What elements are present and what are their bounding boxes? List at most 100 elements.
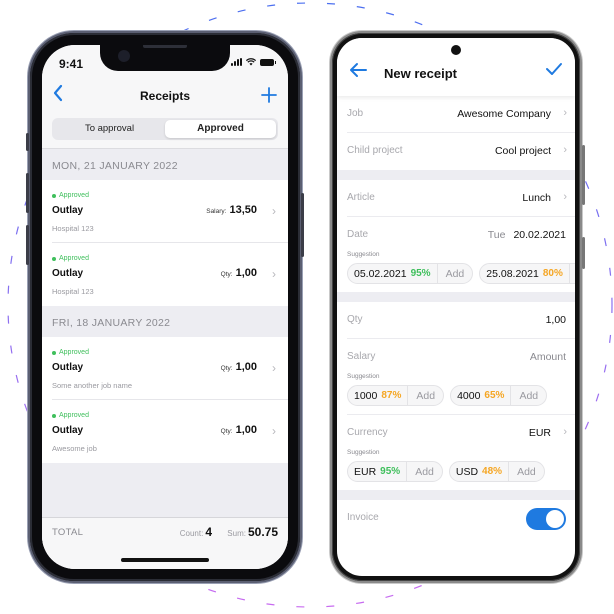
front-camera: [118, 50, 130, 62]
job-field[interactable]: Job Awesome Company ›: [347, 96, 575, 133]
chevron-right-icon: ›: [272, 267, 276, 281]
totals-footer: TOTAL Count: 4 Sum: 50.75: [42, 517, 288, 569]
child-project-label: Child project: [347, 145, 403, 156]
status-dot-icon: [52, 193, 56, 198]
child-project-value: Cool project: [494, 145, 551, 157]
date-value: Tue 20.02.2021: [488, 229, 566, 241]
chip-add-button[interactable]: Add: [406, 462, 442, 481]
page-title: Receipts: [139, 89, 191, 103]
receipt-name: Outlay: [52, 362, 84, 373]
status-text: Approved: [59, 192, 89, 199]
chip-add-button[interactable]: Add: [510, 386, 546, 405]
receipt-job: Some another job name: [52, 381, 133, 390]
salary-suggestions: Suggestion 1000 87% Add 4000 65% Add: [347, 372, 575, 415]
receipt-row[interactable]: Approved Outlay Hospital 123 Qty: 1,00 ›: [42, 243, 288, 306]
qty-label: Qty: [347, 314, 363, 325]
arrow-left-icon[interactable]: [348, 62, 368, 82]
salary-label: Salary: [347, 351, 376, 362]
receipt-value: Qty: 1,00: [221, 424, 257, 436]
suggestion-chips: 05.02.202195% Add 25.08.202180% Add: [347, 263, 575, 284]
suggestion-label: Suggestion: [347, 373, 380, 380]
chip-confidence: 65%: [484, 390, 505, 401]
suggestion-chip: 4000 65% Add: [450, 385, 548, 406]
suggestion-chip: 1000 87% Add: [347, 385, 445, 406]
value-number: 13,50: [229, 204, 257, 216]
date-suggestions: Suggestion 05.02.2021 95% Add 25.08.2021 80…: [347, 250, 575, 292]
home-indicator[interactable]: [121, 558, 209, 562]
receipt-row[interactable]: Approved Outlay Awesome job Qty: 1,00 ›: [42, 400, 288, 463]
status-text: Approved: [59, 255, 89, 262]
date-field[interactable]: Date Tue 20.02.2021: [347, 217, 575, 250]
segment-approved[interactable]: Approved: [165, 120, 276, 138]
value-label: Qty:: [220, 365, 233, 372]
job-value: Awesome Company: [457, 108, 551, 120]
article-field[interactable]: Article Lunch ›: [347, 180, 575, 217]
sum-label: Sum:: [227, 529, 246, 538]
child-project-field[interactable]: Child project Cool project ›: [347, 133, 575, 170]
chevron-right-icon: ›: [563, 107, 567, 119]
sum-summary: Sum: 50.75: [227, 525, 278, 539]
date-text: 20.02.2021: [513, 229, 566, 241]
qty-field[interactable]: Qty 1,00: [347, 302, 575, 339]
receipt-job: Hospital 123: [52, 287, 94, 296]
salary-field[interactable]: Salary Amount: [347, 339, 575, 372]
toggle-knob: [546, 510, 564, 528]
chevron-right-icon: ›: [272, 204, 276, 218]
receipt-name: Outlay: [52, 425, 84, 436]
receipt-job: Awesome job: [52, 444, 97, 453]
chip-confidence: 48%: [482, 466, 503, 477]
salary-placeholder: Amount: [529, 351, 566, 363]
power-button: [301, 193, 304, 257]
currency-value: EUR: [528, 427, 551, 439]
receipt-value: Salary: 13,50: [206, 204, 257, 216]
count-summary: Count: 4: [180, 525, 212, 539]
receipt-row[interactable]: Approved Outlay Some another job name Qt…: [42, 337, 288, 400]
status-time: 9:41: [59, 57, 84, 71]
battery-icon: [260, 58, 276, 66]
chip-value: USD: [455, 465, 479, 478]
chip-add-button[interactable]: Add: [508, 462, 544, 481]
receipt-name: Outlay: [52, 268, 84, 279]
android-device: New receipt Job Awesome Company › Child …: [332, 33, 585, 581]
add-plus-icon[interactable]: [260, 80, 278, 111]
ios-screen: 9:41 Receipts To approval Approved MON, …: [42, 45, 288, 569]
iphone-device: 9:41 Receipts To approval Approved MON, …: [26, 33, 304, 581]
currency-label: Currency: [347, 427, 388, 438]
currency-field[interactable]: Currency EUR ›: [347, 415, 575, 448]
status-text: Approved: [59, 349, 89, 356]
chevron-right-icon: ›: [272, 361, 276, 375]
total-label: TOTAL: [52, 527, 84, 538]
chip-add-button[interactable]: Add: [436, 264, 473, 283]
mute-switch: [26, 133, 29, 151]
chevron-right-icon: ›: [563, 191, 567, 203]
count-value: 4: [205, 525, 212, 539]
section-rows: Approved Outlay Some another job name Qt…: [42, 337, 288, 463]
volume-up-button: [26, 173, 29, 213]
receipt-form: Job Awesome Company › Child project Cool…: [337, 96, 575, 537]
segmented-control: To approval Approved: [52, 118, 278, 140]
chevron-right-icon: ›: [563, 426, 567, 438]
invoice-toggle[interactable]: [526, 508, 566, 530]
chip-value: 25.08.2021: [486, 267, 539, 280]
job-label: Job: [347, 108, 364, 119]
status-badge: Approved: [52, 192, 89, 199]
android-screen: New receipt Job Awesome Company › Child …: [337, 38, 575, 576]
page-title: New receipt: [384, 66, 457, 81]
invoice-label: Invoice: [347, 512, 379, 523]
date-weekday: Tue: [487, 229, 506, 241]
receipt-row[interactable]: Approved Outlay Hospital 123 Salary: 13,5…: [42, 180, 288, 243]
status-badge: Approved: [52, 412, 89, 419]
chip-value: 05.02.2021: [354, 267, 407, 280]
suggestion-chips: 1000 87% Add 4000 65% Add: [347, 385, 575, 406]
nav-bar: Receipts: [42, 79, 288, 113]
chevron-right-icon: ›: [563, 144, 567, 156]
value-number: 1,00: [235, 424, 257, 436]
article-value: Lunch: [522, 192, 551, 204]
section-divider: [337, 170, 575, 180]
chip-add-button[interactable]: Add: [568, 264, 575, 283]
chip-add-button[interactable]: Add: [407, 386, 443, 405]
check-icon[interactable]: [545, 60, 563, 82]
volume-button: [582, 145, 585, 205]
status-dot-icon: [52, 350, 56, 355]
segment-to-approval[interactable]: To approval: [54, 120, 165, 138]
